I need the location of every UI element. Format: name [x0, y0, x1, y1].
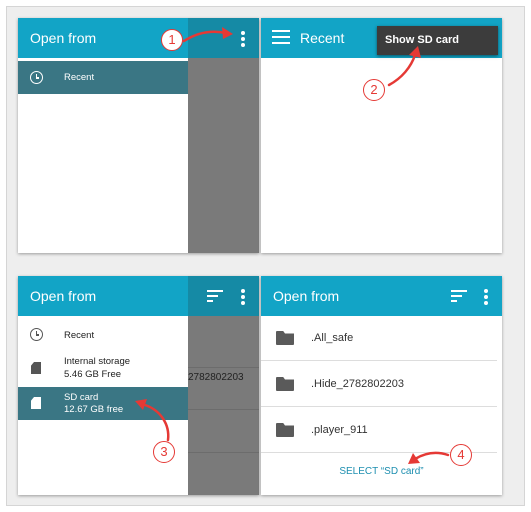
overflow-menu-icon[interactable] — [484, 289, 488, 305]
screen-1-drawer-open: Open from Recent — [18, 18, 259, 253]
scrim-app-bar — [188, 276, 259, 316]
step-2-marker: 2 — [363, 79, 385, 101]
drawer-scrim[interactable] — [188, 58, 259, 253]
navigation-drawer: Open from Recent — [18, 18, 188, 253]
clock-icon — [30, 71, 43, 84]
folder-row[interactable]: .All_safe — [261, 315, 502, 361]
drawer-item-label: Internal storage — [64, 356, 131, 367]
sort-icon[interactable] — [207, 290, 223, 302]
scrim-app-bar — [188, 18, 259, 58]
menu-item-show-sd-card[interactable]: Show SD card — [377, 26, 498, 55]
folder-icon — [276, 331, 294, 345]
app-bar-title: Recent — [300, 30, 345, 46]
folder-name: .Hide_2782802203 — [311, 378, 404, 390]
drawer-item-label: Recent — [64, 330, 95, 341]
drawer-item-internal-storage[interactable]: Internal storage 5.46 GB Free — [18, 352, 188, 386]
drawer-scrim[interactable] — [188, 316, 259, 495]
drawer-item-label: SD card — [64, 392, 99, 403]
drawer-title: Open from — [30, 30, 97, 46]
step-1-marker: 1 — [161, 29, 183, 51]
select-sd-card-button[interactable]: SELECT “SD card” — [261, 466, 502, 477]
folder-icon — [276, 423, 294, 437]
screen-3-drawer-with-sd-card: 2782802203 Open from Recent Internal sto… — [18, 276, 259, 495]
app-bar-title: Open from — [273, 288, 340, 304]
step-3-marker: 3 — [153, 441, 175, 463]
folder-row[interactable]: .Hide_2782802203 — [261, 361, 502, 407]
screen-2-overflow-menu: Recent Show SD card — [261, 18, 502, 253]
drawer-item-label: Recent — [64, 72, 95, 83]
drawer-header: Open from — [18, 276, 188, 316]
drawer-title: Open from — [30, 288, 97, 304]
hamburger-menu-icon[interactable] — [272, 30, 290, 44]
drawer-item-sd-card[interactable]: SD card 12.67 GB free — [18, 387, 188, 420]
sd-card-icon — [31, 397, 41, 409]
sort-icon[interactable] — [451, 290, 467, 302]
drawer-item-sublabel: 5.46 GB Free — [64, 369, 122, 380]
overflow-menu-icon[interactable] — [241, 31, 245, 47]
app-bar: Open from — [261, 276, 502, 316]
folder-icon — [276, 377, 294, 391]
drawer-item-recent[interactable]: Recent — [18, 61, 188, 94]
drawer-item-recent[interactable]: Recent — [18, 322, 188, 348]
overflow-menu-icon[interactable] — [241, 289, 245, 305]
clock-icon — [30, 328, 43, 341]
storage-icon — [31, 362, 41, 374]
background-folder-name-fragment: 2782802203 — [188, 372, 244, 383]
folder-name: .All_safe — [311, 332, 354, 344]
step-4-marker: 4 — [450, 444, 472, 466]
folder-name: .player_911 — [311, 424, 368, 436]
drawer-item-sublabel: 12.67 GB free — [64, 404, 124, 415]
